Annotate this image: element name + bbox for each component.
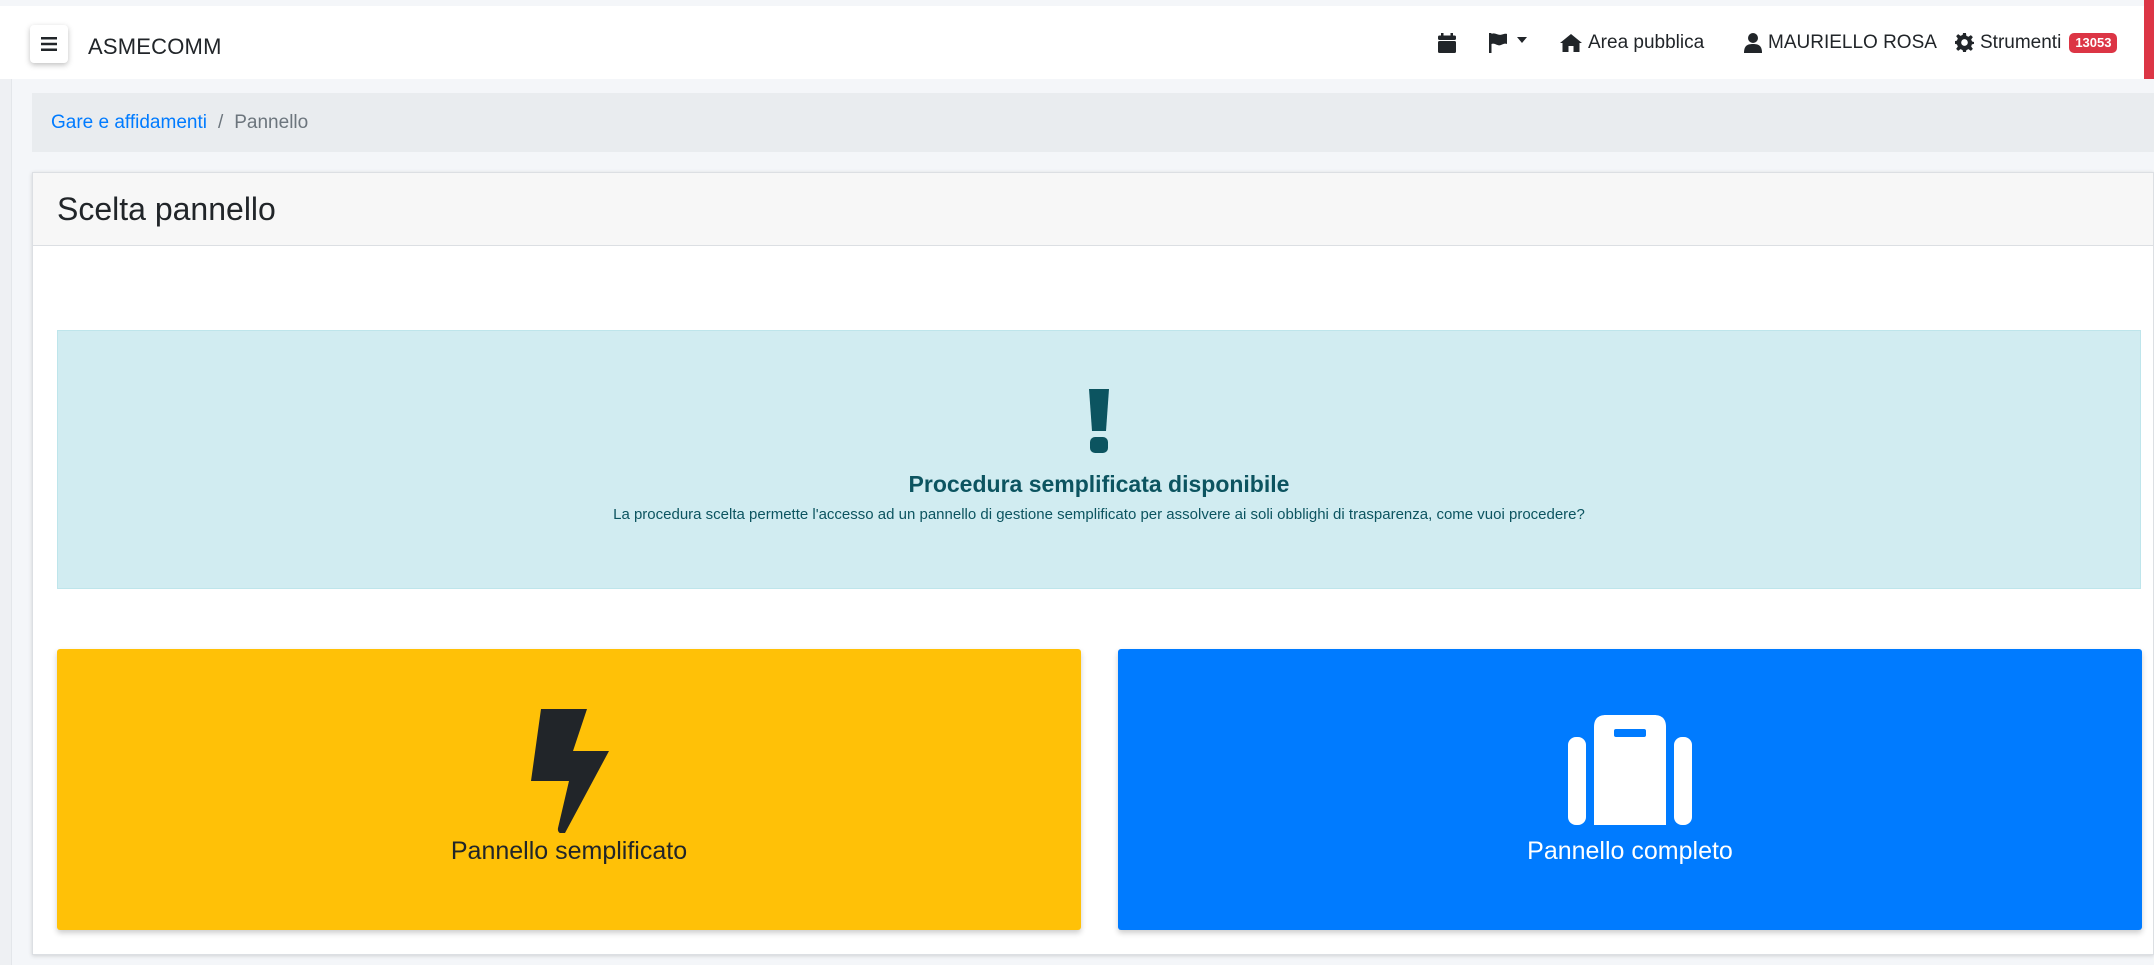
exclamation-icon xyxy=(1089,389,1109,453)
briefcase-icon xyxy=(1568,715,1692,825)
sidebar-edge xyxy=(0,79,12,965)
user-menu[interactable]: MAURIELLO ROSA xyxy=(1744,6,1937,79)
user-name-label: MAURIELLO ROSA xyxy=(1768,31,1937,53)
gear-icon xyxy=(1955,33,1974,52)
alert-text: La procedura scelta permette l'accesso a… xyxy=(613,506,1585,523)
language-dropdown[interactable] xyxy=(1489,6,1527,79)
page-title: Scelta pannello xyxy=(57,190,276,227)
card-header: Scelta pannello xyxy=(33,173,2153,246)
simplified-panel-label: Pannello semplificato xyxy=(450,837,688,865)
user-icon xyxy=(1744,32,1762,53)
full-panel-label: Pannello completo xyxy=(1527,837,1733,865)
hamburger-icon xyxy=(41,37,57,51)
brand-title[interactable]: ASMECOMM xyxy=(88,34,222,60)
breadcrumb: Gare e affidamenti / Pannello xyxy=(32,93,2154,152)
tools-label: Strumenti xyxy=(1980,31,2062,53)
flag-icon xyxy=(1489,32,1507,53)
home-icon xyxy=(1560,33,1582,52)
breadcrumb-current: Pannello xyxy=(234,111,309,133)
bolt-icon xyxy=(531,709,609,833)
breadcrumb-link-gare[interactable]: Gare e affidamenti xyxy=(51,112,207,134)
top-navbar: ASMECOMM Area pubblica MAURIELLO ROSA St… xyxy=(0,6,2154,79)
alert-title: Procedura semplificata disponibile xyxy=(908,471,1290,497)
public-area-link[interactable]: Area pubblica xyxy=(1560,6,1704,79)
menu-toggle-button[interactable] xyxy=(30,25,68,63)
caret-down-icon xyxy=(1517,36,1527,43)
panel-choice-card: Scelta pannello Procedura semplificata d… xyxy=(32,172,2154,955)
notification-stripe xyxy=(2144,0,2154,79)
tools-count-badge: 13053 xyxy=(2069,32,2118,53)
calendar-icon xyxy=(1438,32,1456,53)
info-alert: Procedura semplificata disponibile La pr… xyxy=(57,330,2141,589)
public-area-label: Area pubblica xyxy=(1588,31,1705,53)
calendar-button[interactable] xyxy=(1438,6,1456,79)
simplified-panel-button[interactable]: Pannello semplificato xyxy=(57,649,1081,930)
full-panel-button[interactable]: Pannello completo xyxy=(1118,649,2142,930)
breadcrumb-separator: / xyxy=(217,111,224,133)
tools-menu[interactable]: Strumenti 13053 xyxy=(1955,6,2118,79)
